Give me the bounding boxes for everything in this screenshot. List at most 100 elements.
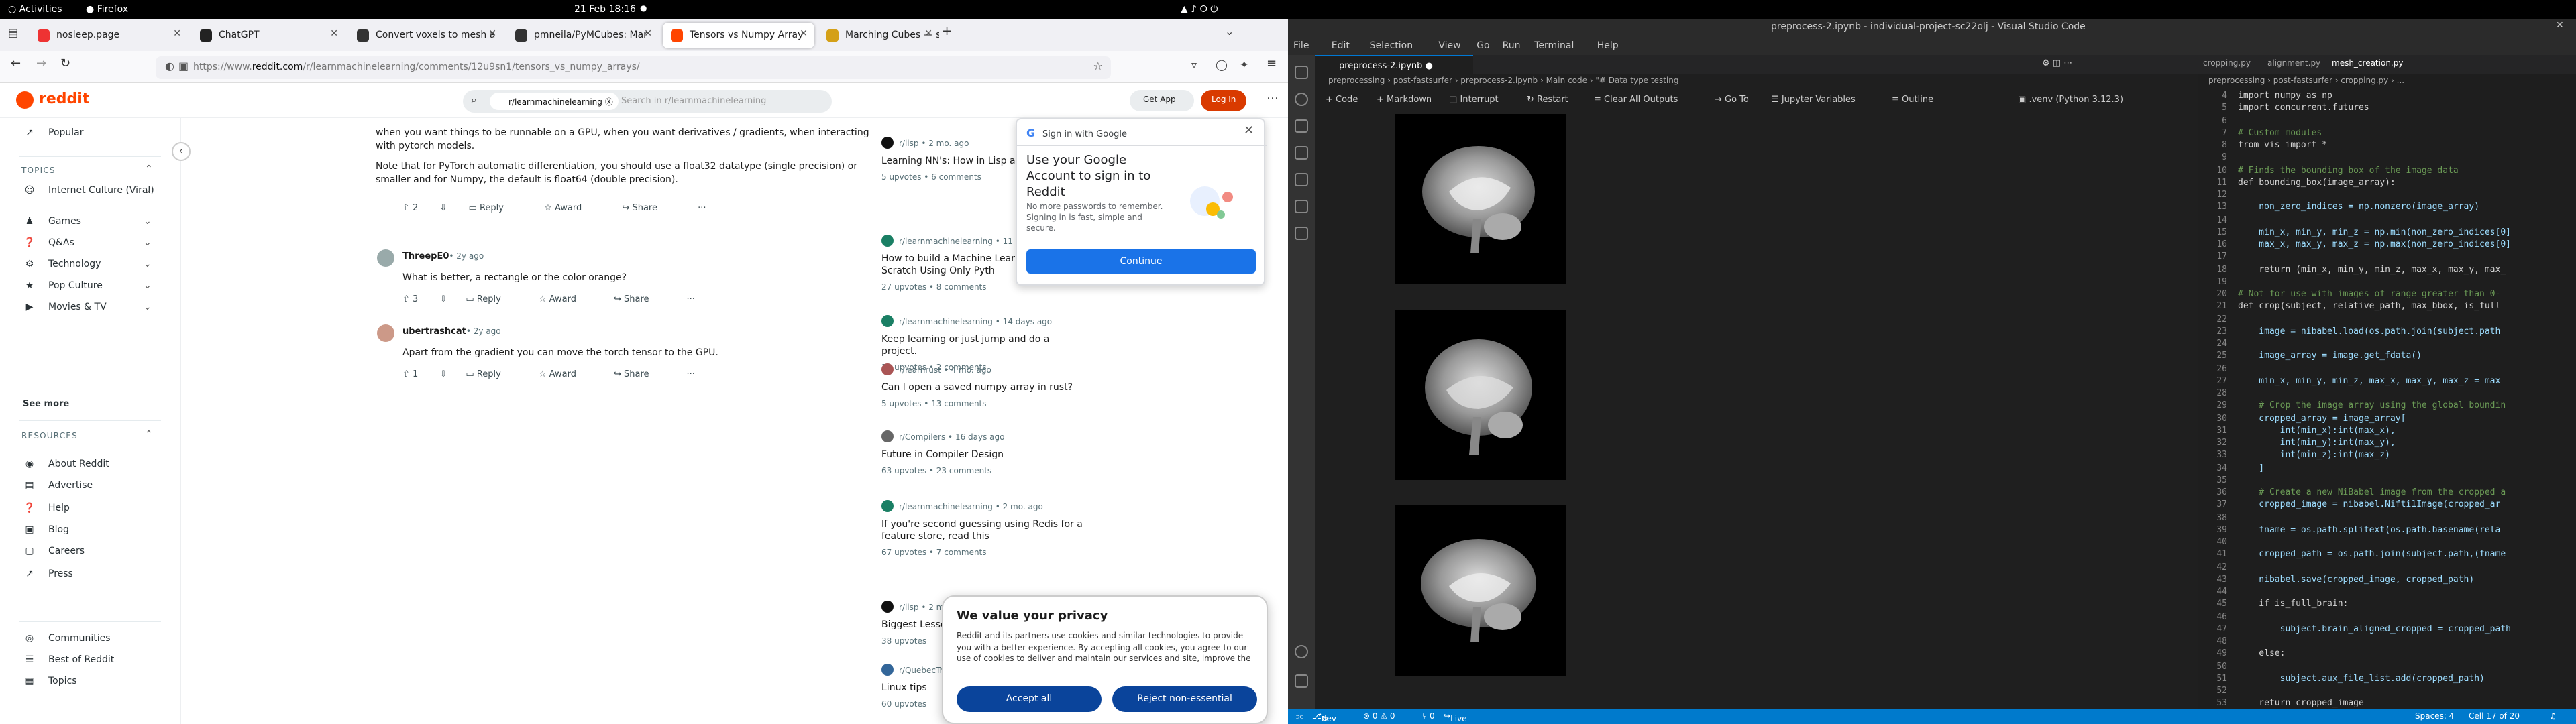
code-line[interactable]: 11 def bounding_box(image_array): xyxy=(2198,177,2576,189)
code-line[interactable]: 48 xyxy=(2198,636,2576,648)
accept-all-button[interactable]: Accept all xyxy=(957,686,1102,712)
code-line[interactable]: 46 xyxy=(2198,611,2576,623)
topics-header[interactable]: TOPICS xyxy=(21,166,56,176)
tab-close-icon[interactable]: ✕ xyxy=(488,28,496,39)
code-line[interactable]: 8 from vis import * xyxy=(2198,139,2576,152)
tab-close-icon[interactable]: ✕ xyxy=(924,28,932,39)
reply-button[interactable]: ▭ Reply xyxy=(466,294,519,304)
code-line[interactable]: 41 cropped_path = os.path.join(subject.p… xyxy=(2198,549,2576,561)
close-window-icon[interactable]: ✕ xyxy=(2556,20,2564,31)
code-line[interactable]: 18 return (min_x, min_y, min_z, max_x, m… xyxy=(2198,263,2576,276)
forward-icon[interactable]: → xyxy=(36,58,46,71)
award-button[interactable]: ☆ Award xyxy=(544,202,600,213)
menu-selection[interactable]: Selection xyxy=(1370,40,1413,51)
code-line[interactable]: 14 xyxy=(2198,214,2576,226)
tab-5[interactable]: Tensors vs Numpy Array ✕ xyxy=(663,23,814,48)
toolbar-code[interactable]: + Code xyxy=(1326,94,1358,105)
reddit-wordmark[interactable]: reddit xyxy=(39,90,89,107)
manage-gear-icon[interactable] xyxy=(1295,674,1308,688)
resource-help[interactable]: ❓ Help xyxy=(23,502,70,521)
account-icon[interactable]: ◯ xyxy=(1216,59,1228,71)
toolbar-go-to[interactable]: → Go To xyxy=(1715,94,1749,105)
tab-close-icon[interactable]: ✕ xyxy=(644,28,652,39)
tab-2[interactable]: ChatGPT ✕ xyxy=(192,23,345,48)
share-button[interactable]: ↪ Share xyxy=(622,202,676,213)
tab-3[interactable]: Convert voxels to mesh a ✕ xyxy=(349,23,503,48)
code-line[interactable]: 19 xyxy=(2198,276,2576,288)
code-line[interactable]: 6 xyxy=(2198,115,2576,127)
reddit-logo-icon[interactable] xyxy=(16,91,34,109)
comment-username[interactable]: ThreepE0 xyxy=(402,251,449,261)
resource-advertise[interactable]: ▤ Advertise xyxy=(23,481,93,499)
collapse-sidebar-button[interactable]: ‹ xyxy=(172,142,191,161)
reply-button[interactable]: ▭ Reply xyxy=(466,369,519,379)
system-tray-icons[interactable]: ▲ ♪ ⭘ ⏻ xyxy=(1181,4,1218,16)
resource-about-reddit[interactable]: ◉ About Reddit xyxy=(23,459,109,477)
code-line[interactable]: 9 xyxy=(2198,152,2576,164)
menu-edit[interactable]: Edit xyxy=(1332,40,1350,51)
continue-button[interactable]: Continue xyxy=(1026,249,1256,274)
code-line[interactable]: 29 # Crop the image array using the glob… xyxy=(2198,400,2576,412)
code-line[interactable]: 25 image_array = image.get_fdata() xyxy=(2198,351,2576,363)
tab-preprocess-2[interactable]: preprocess-2.ipynb ● xyxy=(1315,55,1473,74)
run-debug-icon[interactable] xyxy=(1295,146,1308,160)
related-post[interactable]: r/learnrust • 4 mo. ago Can I open a save… xyxy=(881,363,1083,410)
chevron-down-icon[interactable]: ⌄ xyxy=(144,259,152,271)
user-avatar[interactable] xyxy=(377,324,394,342)
resource-press[interactable]: ↗ Press xyxy=(23,568,73,587)
code-line[interactable]: 26 xyxy=(2198,363,2576,375)
code-line[interactable]: 22 xyxy=(2198,313,2576,325)
chip-close-icon[interactable]: Ⓧ xyxy=(605,98,613,107)
search-icon[interactable] xyxy=(1295,93,1308,106)
related-post-title[interactable]: Keep learning or just jump and do a proj… xyxy=(881,334,1083,358)
search-bar[interactable]: ⌕ r/learnmachinelearning Ⓧ Search in r/l… xyxy=(463,90,832,113)
toolbar-jupyter-variables[interactable]: ☰ Jupyter Variables xyxy=(1771,94,1856,105)
share-button[interactable]: ↪ Share xyxy=(614,369,668,379)
tab-list-icon[interactable]: ▤ xyxy=(8,27,18,39)
url-bar[interactable]: ◐ ▣ https://www.reddit.com/r/learnmachin… xyxy=(156,56,1111,79)
code-line[interactable]: 30 cropped_array = image_array[ xyxy=(2198,412,2576,424)
user-avatar[interactable] xyxy=(377,249,394,267)
code-line[interactable]: 15 min_x, min_y, min_z = np.min(non_zero… xyxy=(2198,227,2576,239)
related-post-title[interactable]: Can I open a saved numpy array in rust? xyxy=(881,382,1083,394)
back-icon[interactable]: ← xyxy=(11,58,21,71)
code-line[interactable]: 28 xyxy=(2198,387,2576,400)
indent-indicator[interactable]: Spaces: 4 xyxy=(2415,712,2454,721)
link-topics[interactable]: ▦ Topics xyxy=(23,676,76,695)
reply-button[interactable]: ▭ Reply xyxy=(469,202,523,213)
code-line[interactable]: 43 nibabel.save(cropped_image, cropped_p… xyxy=(2198,574,2576,586)
related-post-subreddit[interactable]: r/learnrust • 4 mo. ago xyxy=(881,363,1083,377)
related-post[interactable]: r/Compilers • 16 days ago Future in Compi… xyxy=(881,430,1083,477)
remote-indicator-icon[interactable]: ⫘ xyxy=(1296,712,1303,723)
code-line[interactable]: 20 # Not for use with images of range gre… xyxy=(2198,288,2576,300)
related-post-subreddit[interactable]: r/learnmachinelearning • 14 days ago xyxy=(881,315,1083,328)
resource-blog[interactable]: ▣ Blog xyxy=(23,524,69,543)
menu-go[interactable]: Go xyxy=(1477,40,1489,51)
close-icon[interactable]: ✕ xyxy=(1244,125,1254,138)
see-more-link[interactable]: See more xyxy=(23,398,69,409)
lock-icon[interactable]: ▣ xyxy=(178,60,189,72)
tab-close-icon[interactable]: ✕ xyxy=(173,28,181,39)
ports-indicator[interactable]: ⑂ 0 xyxy=(1422,712,1435,721)
upvote-button[interactable]: ⇧ 2 ⇩ xyxy=(402,202,447,213)
code-line[interactable]: 10 # Finds the bounding box of the image … xyxy=(2198,164,2576,176)
toolbar-outline[interactable]: ≡ Outline xyxy=(1892,94,1933,105)
upvote-button[interactable]: ⇧ 3 ⇩ xyxy=(402,294,447,304)
problems-indicator[interactable]: ⊗ 0 ⚠ 0 xyxy=(1363,712,1395,721)
editor-actions-icon[interactable]: ⚙ ◫ ⋯ xyxy=(2042,58,2072,68)
related-post-title[interactable]: If you're second guessing using Redis fo… xyxy=(881,519,1083,543)
related-post[interactable]: r/learnmachinelearning • 2 mo. ago If you… xyxy=(881,500,1083,559)
link-best-of-reddit[interactable]: ☰ Best of Reddit xyxy=(23,654,115,673)
code-line[interactable]: 4 import numpy as np xyxy=(2198,90,2576,102)
code-line[interactable]: 7 # Custom modules xyxy=(2198,127,2576,139)
code-line[interactable]: 44 xyxy=(2198,586,2576,598)
chevron-down-icon[interactable]: ⌄ xyxy=(144,302,152,314)
toolbar-interrupt[interactable]: □ Interrupt xyxy=(1449,94,1499,105)
code-line[interactable]: 16 max_x, max_y, max_z = np.max(non_zero… xyxy=(2198,239,2576,251)
tab-4[interactable]: pmneila/PyMCubes: Mar ✕ xyxy=(507,23,659,48)
list-all-tabs-icon[interactable]: ⌄ xyxy=(1225,25,1234,38)
related-post-subreddit[interactable]: r/learnmachinelearning • 2 mo. ago xyxy=(881,500,1083,514)
tab-close-icon[interactable]: ✕ xyxy=(800,28,808,39)
chevron-down-icon[interactable]: ⌄ xyxy=(144,280,152,292)
notifications-bell-icon[interactable]: ♫ xyxy=(2549,712,2557,721)
